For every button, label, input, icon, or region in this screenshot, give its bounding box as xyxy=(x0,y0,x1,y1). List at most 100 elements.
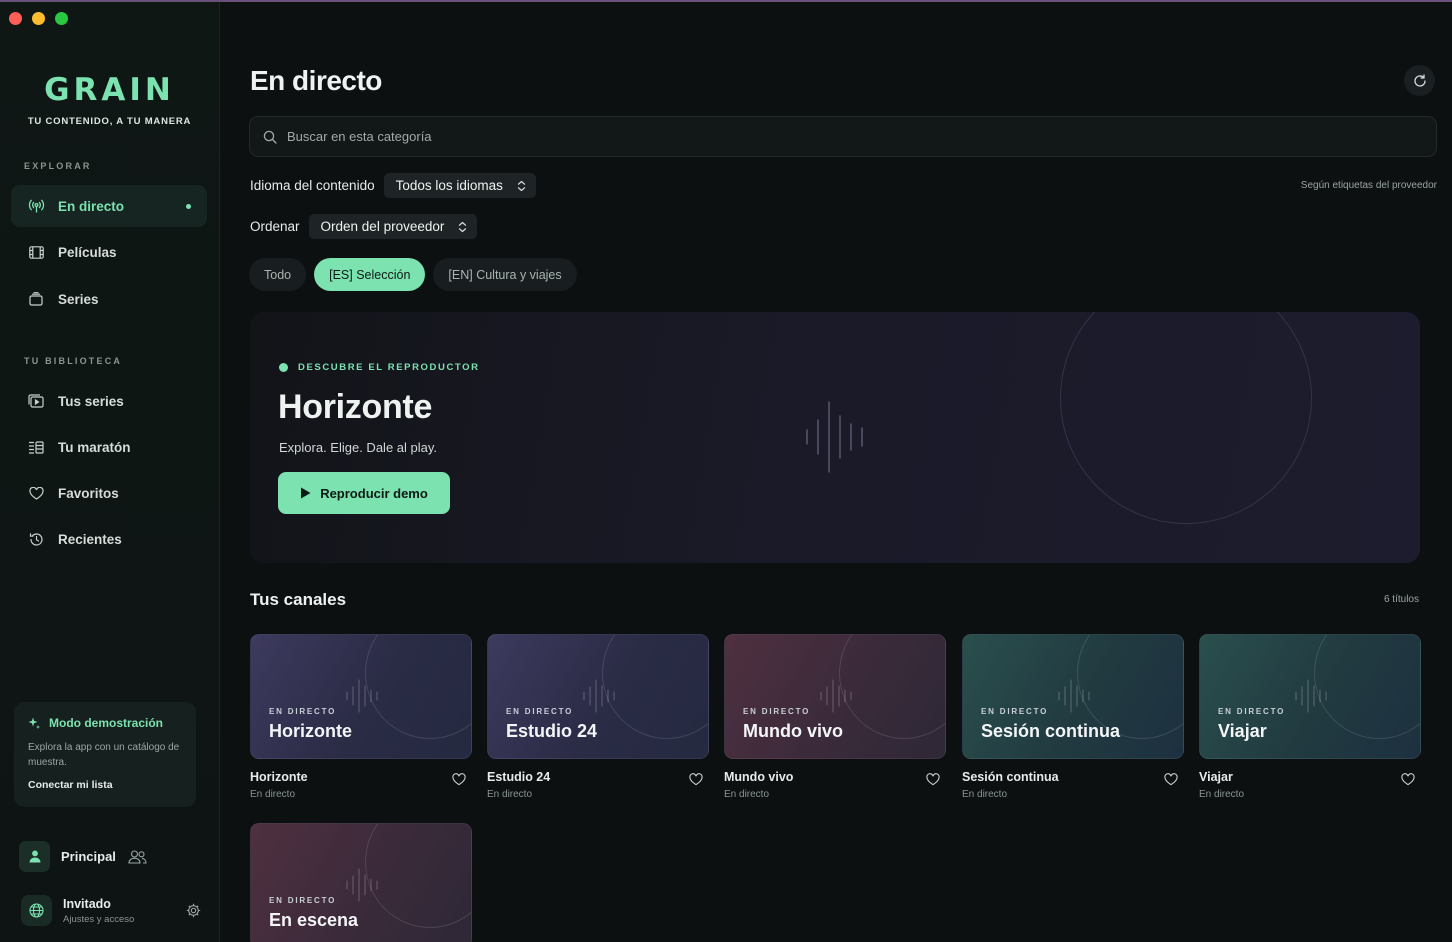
refresh-button[interactable] xyxy=(1404,65,1435,96)
hero-eyebrow-dot xyxy=(279,363,288,372)
category-chips: Todo [ES] Selección [EN] Cultura y viaje… xyxy=(249,258,577,291)
language-select[interactable]: Todos los idiomas xyxy=(383,173,536,198)
my-series-icon xyxy=(27,392,45,410)
language-filter-row: Idioma del contenido Todos los idiomas xyxy=(250,173,536,198)
channel-thumbnail[interactable]: EN DIRECTO Horizonte xyxy=(250,634,472,759)
chip-en-cultura-viajes[interactable]: [EN] Cultura y viajes xyxy=(433,258,577,291)
channel-subtitle: En directo xyxy=(250,789,296,800)
sidebar: GRAIN TU CONTENIDO, A TU MANERA EXPLORAR… xyxy=(0,2,220,942)
channel-subtitle: En directo xyxy=(487,789,533,800)
guest-row[interactable]: Invitado Ajustes y acceso xyxy=(21,895,201,926)
thumbnail-decorative-circle xyxy=(365,635,471,739)
globe-icon xyxy=(29,903,44,918)
favorite-heart-icon[interactable] xyxy=(1401,773,1415,791)
switch-profile-icon[interactable] xyxy=(128,849,147,864)
profile-row[interactable]: Principal xyxy=(19,841,147,872)
channel-title: Horizonte xyxy=(250,770,308,784)
channel-card: EN DIRECTO En escena xyxy=(250,823,472,942)
channel-title: Viajar xyxy=(1199,770,1233,784)
sidebar-item-peliculas[interactable]: Películas xyxy=(11,231,207,273)
waveform-icon xyxy=(346,868,378,902)
page-title: En directo xyxy=(250,65,382,96)
brand-tagline: TU CONTENIDO, A TU MANERA xyxy=(27,116,192,127)
channel-subtitle: En directo xyxy=(724,789,770,800)
demo-mode-header: Modo demostración xyxy=(28,716,182,730)
waveform-icon xyxy=(346,679,378,713)
demo-mode-panel: Modo demostración Explora la app con un … xyxy=(14,702,196,807)
thumbnail-decorative-circle xyxy=(1314,635,1420,739)
live-label: EN DIRECTO xyxy=(1218,707,1286,716)
sidebar-item-favoritos[interactable]: Favoritos xyxy=(11,472,207,514)
explore-section-label: EXPLORAR xyxy=(24,161,92,171)
waveform-icon xyxy=(583,679,615,713)
sidebar-item-tus-series[interactable]: Tus series xyxy=(11,380,207,422)
favorite-heart-icon[interactable] xyxy=(926,773,940,791)
sparkle-icon xyxy=(28,717,40,729)
demo-mode-description: Explora la app con un catálogo de muestr… xyxy=(28,742,180,768)
hero-title: Horizonte xyxy=(278,388,433,426)
channels-section-title: Tus canales xyxy=(250,590,347,609)
film-icon xyxy=(27,243,45,261)
marathon-icon xyxy=(27,438,45,456)
sort-filter-row: Ordenar Orden del proveedor xyxy=(250,214,478,239)
play-demo-button[interactable]: Reproducir demo xyxy=(278,472,450,514)
search-input[interactable] xyxy=(287,129,1387,144)
sidebar-item-en-directo[interactable]: En directo xyxy=(11,185,207,227)
minimize-window-button[interactable] xyxy=(32,12,45,25)
close-window-button[interactable] xyxy=(9,12,22,25)
channel-card: EN DIRECTO Horizonte Horizonte En direct… xyxy=(250,634,472,800)
sidebar-item-series[interactable]: Series xyxy=(11,278,207,320)
main-content: En directo Idioma del contenido Todos lo… xyxy=(221,2,1452,942)
thumbnail-decorative-circle xyxy=(365,824,471,928)
demo-mode-title: Modo demostración xyxy=(49,716,164,730)
sort-select[interactable]: Orden del proveedor xyxy=(308,214,478,239)
thumbnail-title: Estudio 24 xyxy=(506,721,598,741)
play-icon xyxy=(301,487,311,499)
sidebar-item-tu-maraton[interactable]: Tu maratón xyxy=(11,426,207,468)
sort-select-value: Orden del proveedor xyxy=(320,219,445,234)
sidebar-item-label: Películas xyxy=(58,244,117,260)
channel-thumbnail[interactable]: EN DIRECTO En escena xyxy=(250,823,472,942)
channel-thumbnail[interactable]: EN DIRECTO Estudio 24 xyxy=(487,634,709,759)
connect-list-link[interactable]: Conectar mi lista xyxy=(28,779,113,791)
sidebar-item-label: Tus series xyxy=(58,393,124,409)
profile-name: Principal xyxy=(61,849,116,864)
thumbnail-decorative-circle xyxy=(602,635,708,739)
channel-thumbnail[interactable]: EN DIRECTO Sesión continua xyxy=(962,634,1184,759)
up-down-chevron-icon xyxy=(458,221,467,233)
language-select-value: Todos los idiomas xyxy=(395,178,503,193)
up-down-chevron-icon xyxy=(517,180,526,192)
channels-count: 6 títulos xyxy=(1383,594,1419,605)
chip-todo[interactable]: Todo xyxy=(249,258,307,291)
sidebar-item-label: Favoritos xyxy=(58,485,119,501)
sidebar-item-label: Tu maratón xyxy=(58,439,131,455)
channel-thumbnail[interactable]: EN DIRECTO Mundo vivo xyxy=(724,634,946,759)
favorite-heart-icon[interactable] xyxy=(452,773,466,791)
guest-avatar xyxy=(21,895,52,926)
hero-decorative-circle xyxy=(1060,312,1312,524)
chip-es-seleccion[interactable]: [ES] Selección xyxy=(314,258,426,291)
gear-icon[interactable] xyxy=(186,903,201,923)
person-icon xyxy=(29,850,40,863)
thumbnail-title: Viajar xyxy=(1218,721,1267,741)
library-section-label: TU BIBLIOTECA xyxy=(24,356,123,366)
sidebar-item-recientes[interactable]: Recientes xyxy=(11,518,207,560)
live-label: EN DIRECTO xyxy=(506,707,574,716)
app-window: GRAIN TU CONTENIDO, A TU MANERA EXPLORAR… xyxy=(0,0,1452,942)
search-bar xyxy=(249,116,1437,157)
waveform-icon xyxy=(806,401,863,473)
play-demo-label: Reproducir demo xyxy=(320,485,428,501)
brand-logo: GRAIN xyxy=(44,72,175,108)
favorite-heart-icon[interactable] xyxy=(689,773,703,791)
channel-thumbnail[interactable]: EN DIRECTO Viajar xyxy=(1199,634,1421,759)
guest-subtitle: Ajustes y acceso xyxy=(63,913,135,925)
search-icon xyxy=(263,130,277,144)
zoom-window-button[interactable] xyxy=(55,12,68,25)
channel-title: Sesión continua xyxy=(962,770,1059,784)
hero-subtitle: Explora. Elige. Dale al play. xyxy=(279,440,438,455)
thumbnail-title: Sesión continua xyxy=(981,721,1121,741)
waveform-icon xyxy=(1295,679,1327,713)
favorite-heart-icon[interactable] xyxy=(1164,773,1178,791)
channel-card: EN DIRECTO Viajar Viajar En directo xyxy=(1199,634,1421,800)
channel-title: Estudio 24 xyxy=(487,770,551,784)
